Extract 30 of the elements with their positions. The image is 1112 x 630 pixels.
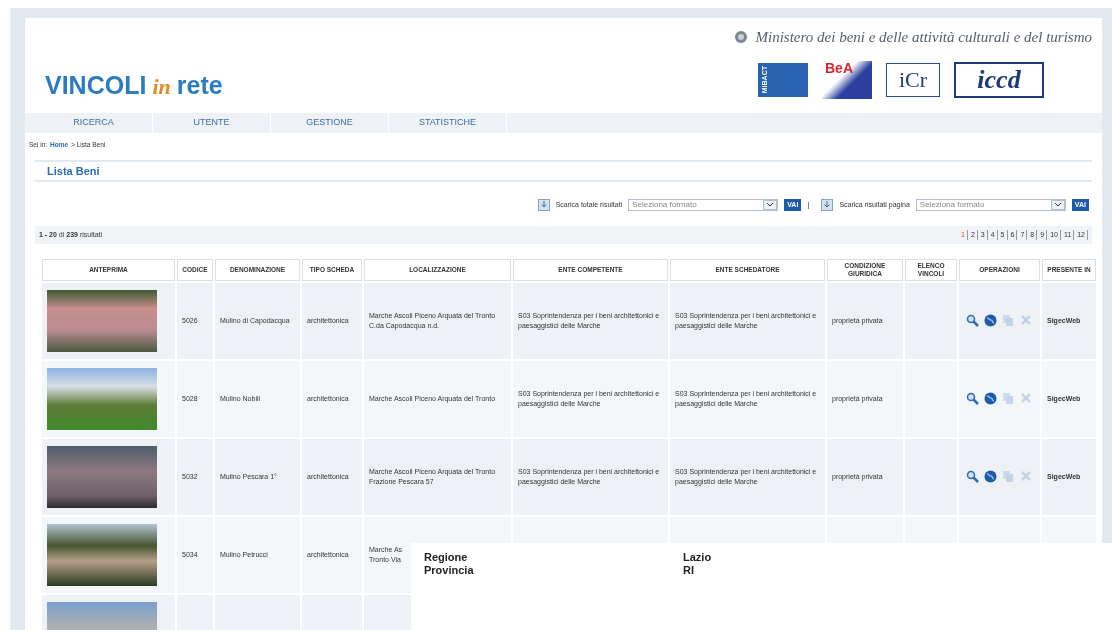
beap-logo: BeA (822, 60, 872, 99)
emblem-icon (733, 30, 748, 45)
caret-icon (1050, 199, 1065, 210)
caret-icon (763, 199, 778, 210)
download-icon (537, 198, 550, 211)
section-title: Lista Beni (47, 163, 100, 179)
nav-tab[interactable]: UTENTE (153, 113, 271, 133)
search-icon[interactable] (966, 392, 979, 406)
site-title-in: in (152, 76, 171, 98)
download-icon (821, 198, 834, 211)
nav-tab[interactable]: GESTIONE (271, 113, 389, 133)
search-icon[interactable] (966, 470, 979, 484)
ministry-name: Ministero dei beni e delle attività culturali e del turismo (755, 28, 1092, 47)
field-value: Lazio (683, 551, 712, 565)
field-value: RI (683, 564, 694, 578)
search-icon[interactable] (966, 314, 979, 328)
format-dropdown[interactable]: Seleziona formato (915, 198, 1066, 211)
field-label: Provincia (424, 564, 475, 578)
iccd-logo: iccd (954, 61, 1044, 98)
site-title: VINCOLI (45, 73, 147, 98)
globe-icon[interactable] (984, 392, 997, 406)
field-label: Regione (424, 551, 469, 565)
globe-icon[interactable] (984, 314, 997, 328)
site-title: rete (176, 73, 223, 98)
nav-tab[interactable]: RICERCA (35, 113, 153, 133)
separator-text: | (807, 198, 810, 211)
icr-logo: iCr (886, 62, 940, 97)
globe-icon[interactable] (984, 470, 997, 484)
nav-tab[interactable]: STATISTICHE (389, 113, 507, 133)
format-dropdown[interactable]: Seleziona formato (628, 198, 779, 211)
